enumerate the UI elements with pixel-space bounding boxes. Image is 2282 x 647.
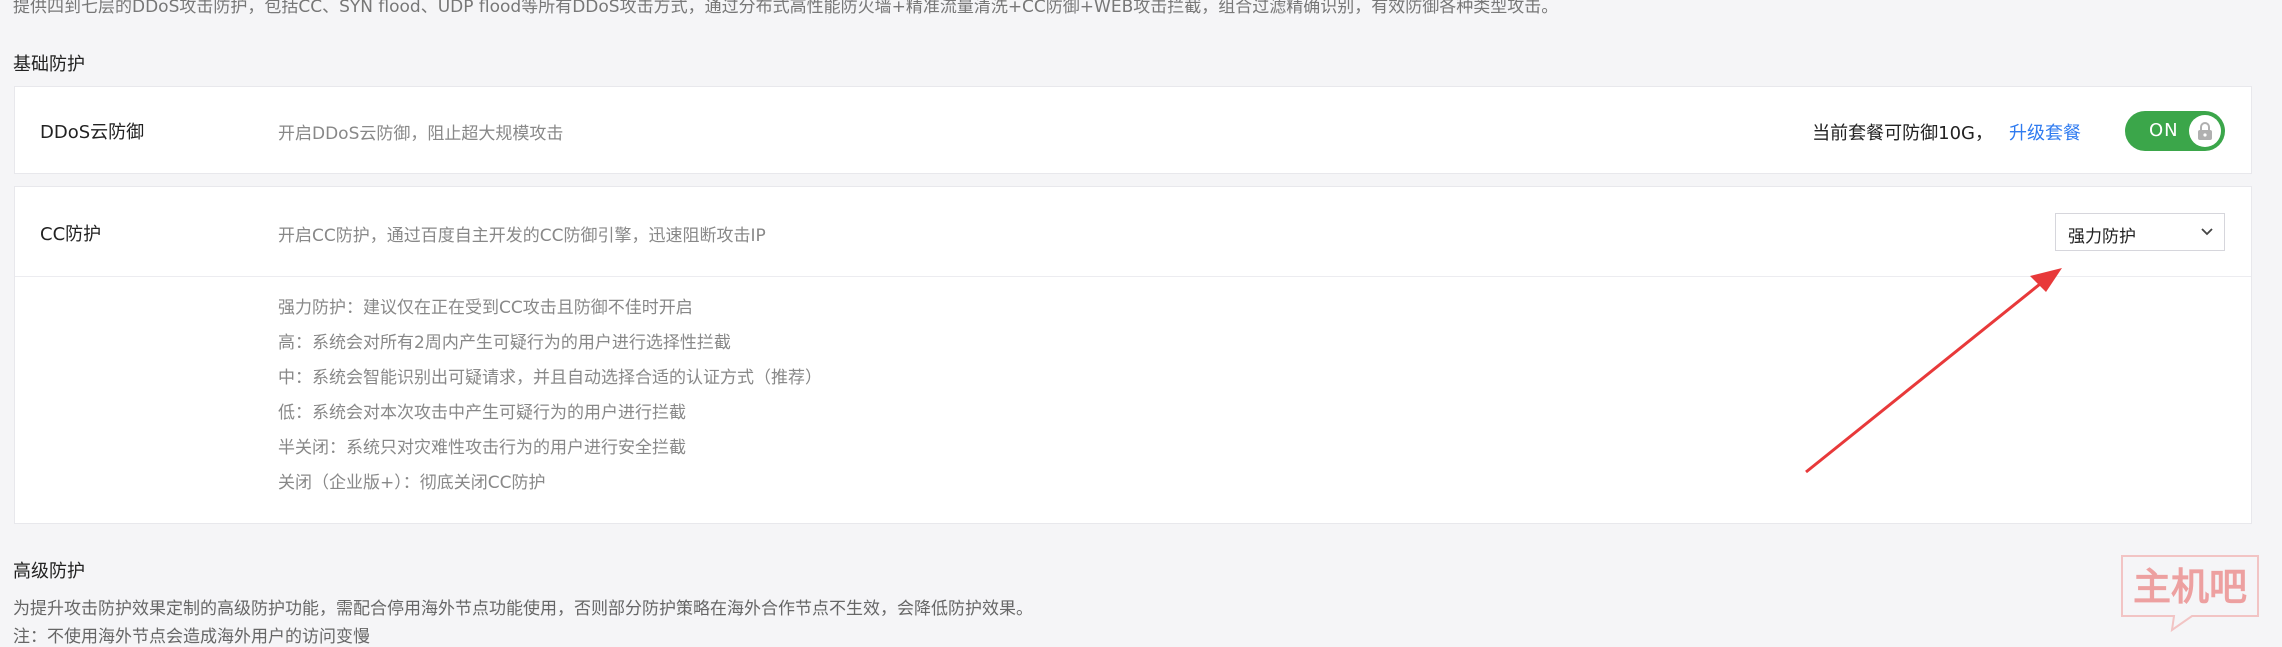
ddos-toggle[interactable]: ON xyxy=(2125,111,2225,151)
option-line-high: 高：系统会对所有2周内产生可疑行为的用户进行选择性拦截 xyxy=(278,333,731,353)
option-line-low: 低：系统会对本次攻击中产生可疑行为的用户进行拦截 xyxy=(278,403,686,423)
toggle-knob xyxy=(2189,115,2221,147)
protection-description: 提供四到七层的DDoS攻击防护，包括CC、SYN flood、UDP flood… xyxy=(13,0,1559,17)
basic-protection-title: 基础防护 xyxy=(13,54,85,75)
annotation-arrow xyxy=(1805,268,2062,474)
cc-label: CC防护 xyxy=(40,224,102,245)
chevron-down-icon xyxy=(2201,228,2213,236)
cc-description: 开启CC防护，通过百度自主开发的CC防御引擎，迅速阻断攻击IP xyxy=(278,226,766,246)
ddos-protection-card: DDoS云防御 开启DDoS云防御，阻止超大规模攻击 当前套餐可防御10G， 升… xyxy=(14,86,2252,174)
ddos-label: DDoS云防御 xyxy=(40,122,145,143)
cc-level-explanations: 强力防护：建议仅在正在受到CC攻击且防御不佳时开启 高：系统会对所有2周内产生可… xyxy=(278,291,822,501)
cc-level-select[interactable]: 强力防护 xyxy=(2055,213,2225,251)
watermark-text: 主机吧 xyxy=(2133,565,2247,609)
advanced-description: 为提升攻击防护效果定制的高级防护功能，需配合停用海外节点功能使用，否则部分防护策… xyxy=(13,599,1033,619)
advanced-protection-title: 高级防护 xyxy=(13,561,85,582)
toggle-on-label: ON xyxy=(2149,120,2179,141)
cc-level-selected: 强力防护 xyxy=(2068,227,2136,247)
advanced-note: 注：不使用海外节点会造成海外用户的访问变慢 xyxy=(13,627,370,647)
plan-capacity-text: 当前套餐可防御10G， xyxy=(1812,123,1993,144)
upgrade-plan-link[interactable]: 升级套餐 xyxy=(2009,119,2081,145)
option-line-medium: 中：系统会智能识别出可疑请求，并且自动选择合适的认证方式（推荐） xyxy=(278,368,822,388)
option-line-off: 关闭（企业版+）：彻底关闭CC防护 xyxy=(278,473,546,493)
ddos-description: 开启DDoS云防御，阻止超大规模攻击 xyxy=(278,124,564,144)
lock-icon xyxy=(2198,122,2212,140)
watermark-logo: 主机吧 xyxy=(2121,555,2259,633)
option-line-half-off: 半关闭：系统只对灾难性攻击行为的用户进行安全拦截 xyxy=(278,438,686,458)
option-line-strong: 强力防护：建议仅在正在受到CC攻击且防御不佳时开启 xyxy=(278,298,693,318)
